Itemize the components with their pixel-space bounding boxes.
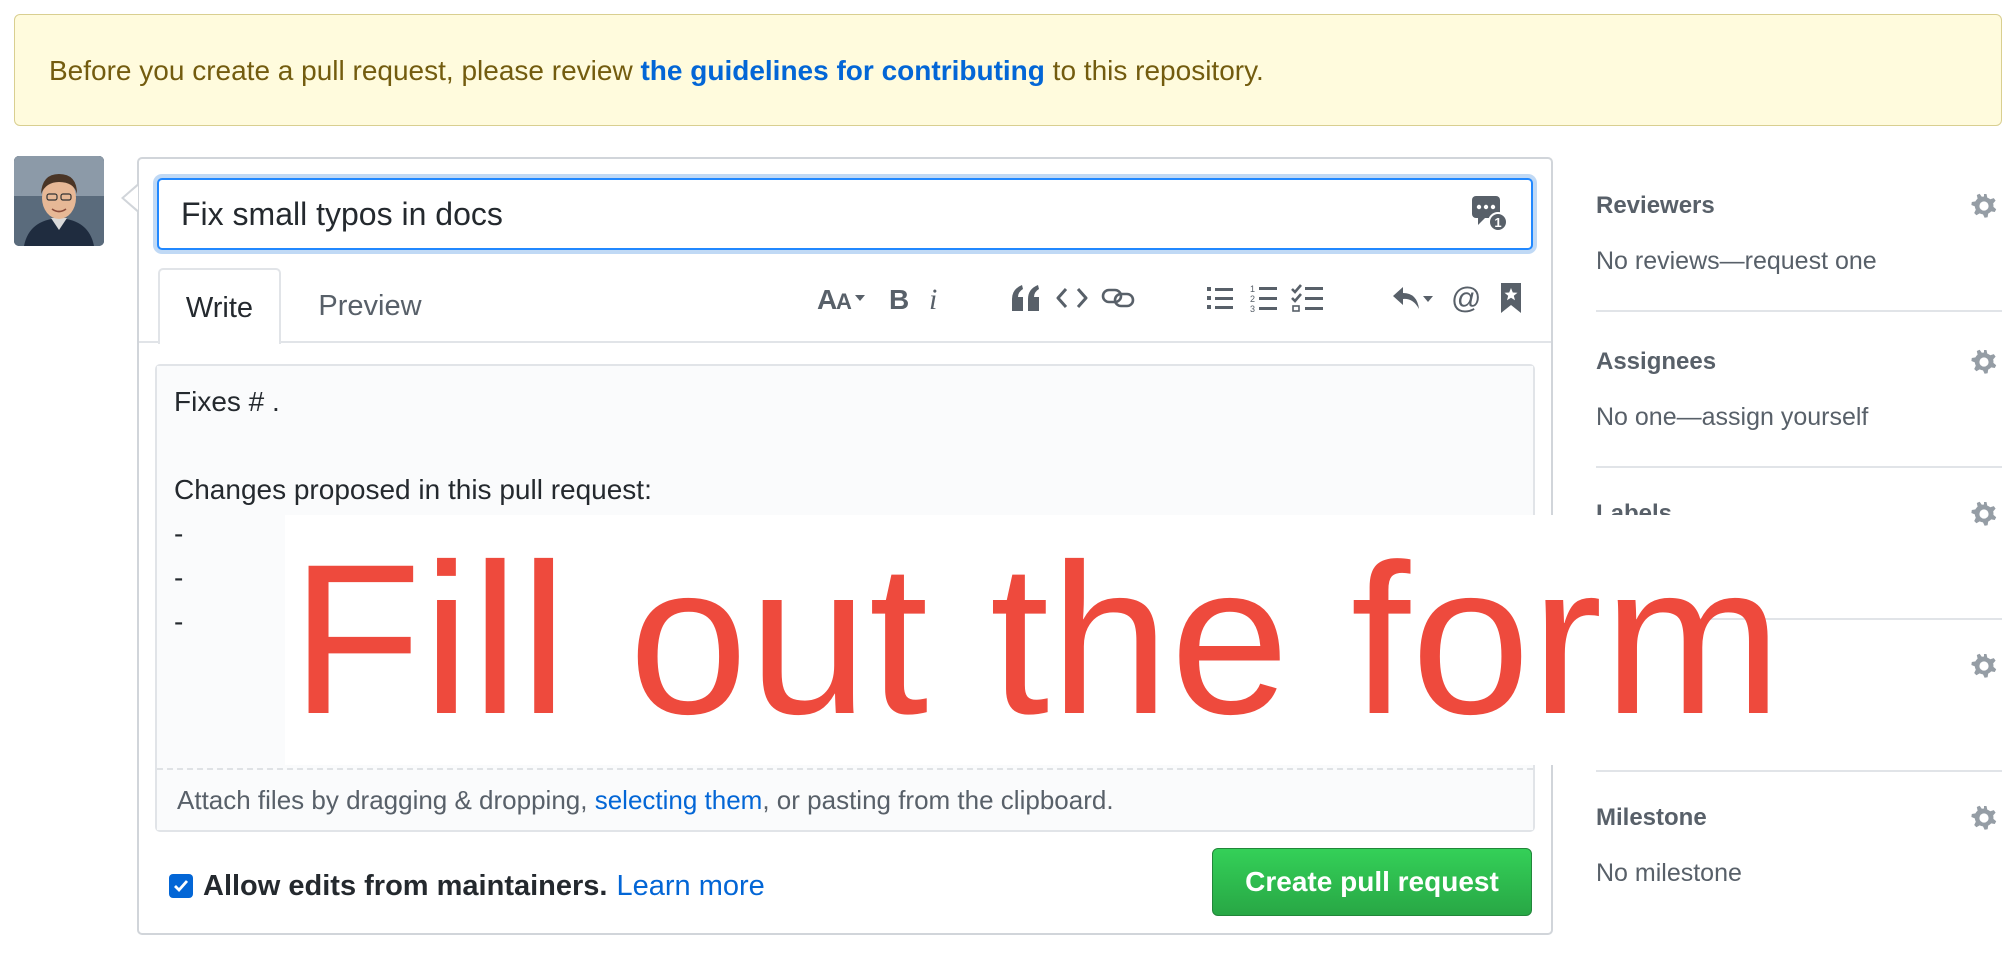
avatar — [14, 156, 104, 246]
create-pull-request-button[interactable]: Create pull request — [1212, 848, 1532, 916]
svg-text:1: 1 — [1250, 284, 1255, 294]
sidebar-milestone: Milestone No milestone — [1596, 772, 2002, 924]
code-icon[interactable] — [1054, 278, 1090, 318]
mention-icon[interactable]: @ — [1448, 278, 1484, 318]
gear-icon[interactable] — [1968, 650, 2000, 682]
bullet-list-icon[interactable] — [1204, 278, 1236, 318]
bookmark-icon[interactable] — [1496, 278, 1526, 318]
contributing-guidelines-link[interactable]: the guidelines for contributing — [640, 55, 1044, 86]
svg-text:i: i — [929, 283, 937, 315]
maintainer-edit-label: Allow edits from maintainers. — [203, 869, 608, 902]
numbered-list-icon[interactable]: 123 — [1248, 278, 1280, 318]
avatar-image — [14, 156, 104, 246]
maintainer-edit-checkbox[interactable] — [169, 874, 193, 898]
svg-text:B: B — [889, 284, 909, 315]
gear-icon[interactable] — [1968, 190, 2000, 222]
bold-icon[interactable]: B — [884, 278, 914, 318]
sidebar-divider — [1596, 310, 2002, 312]
sidebar-value[interactable]: No one—assign yourself — [1596, 403, 1868, 432]
svg-text:A: A — [836, 289, 852, 314]
learn-more-link[interactable]: Learn more — [616, 870, 764, 903]
saved-replies-badge: 1 — [1494, 215, 1501, 230]
comment-caret-fill — [124, 186, 138, 210]
sidebar-value[interactable]: No reviews—request one — [1596, 247, 1877, 276]
quote-icon[interactable] — [1008, 278, 1044, 318]
italic-icon[interactable]: i — [922, 278, 950, 318]
gear-icon[interactable] — [1968, 346, 2000, 378]
link-icon[interactable] — [1100, 278, 1136, 318]
svg-text:2: 2 — [1250, 294, 1255, 304]
attach-text-after: , or pasting from the clipboard. — [762, 785, 1114, 815]
svg-text:@: @ — [1451, 282, 1481, 314]
overlay-caption: Fill out the form — [291, 520, 1783, 759]
sidebar-title: Assignees — [1596, 348, 1717, 375]
svg-text:3: 3 — [1250, 304, 1255, 313]
contributing-flash-banner: Before you create a pull request, please… — [14, 14, 2002, 126]
tab-write[interactable]: Write — [158, 268, 281, 344]
saved-replies-icon[interactable]: 1 — [1470, 194, 1508, 232]
attach-files-bar[interactable]: Attach files by dragging & dropping, sel… — [157, 768, 1533, 830]
maintainer-edit-row: Allow edits from maintainers. Learn more — [169, 862, 765, 910]
pr-title-input[interactable] — [157, 178, 1533, 250]
sidebar-assignees: Assignees No one—assign yourself — [1596, 316, 2002, 468]
flash-text-after: to this repository. — [1044, 55, 1264, 86]
text-size-icon[interactable]: AA — [816, 278, 874, 318]
select-files-link[interactable]: selecting them — [595, 785, 763, 815]
svg-text:A: A — [817, 284, 837, 315]
gear-icon[interactable] — [1968, 802, 2000, 834]
sidebar-title: Reviewers — [1596, 192, 1715, 219]
gear-icon[interactable] — [1968, 498, 2000, 530]
reply-icon[interactable] — [1390, 278, 1438, 318]
sidebar-value[interactable]: No milestone — [1596, 859, 1742, 888]
check-icon — [174, 880, 189, 893]
attach-text-before: Attach files by dragging & dropping, — [177, 785, 595, 815]
sidebar-title: Milestone — [1596, 804, 1707, 831]
tab-preview[interactable]: Preview — [300, 268, 440, 344]
flash-text-before: Before you create a pull request, please… — [49, 55, 641, 86]
task-list-icon[interactable] — [1290, 278, 1326, 318]
sidebar-reviewers: Reviewers No reviews—request one — [1596, 160, 2002, 312]
